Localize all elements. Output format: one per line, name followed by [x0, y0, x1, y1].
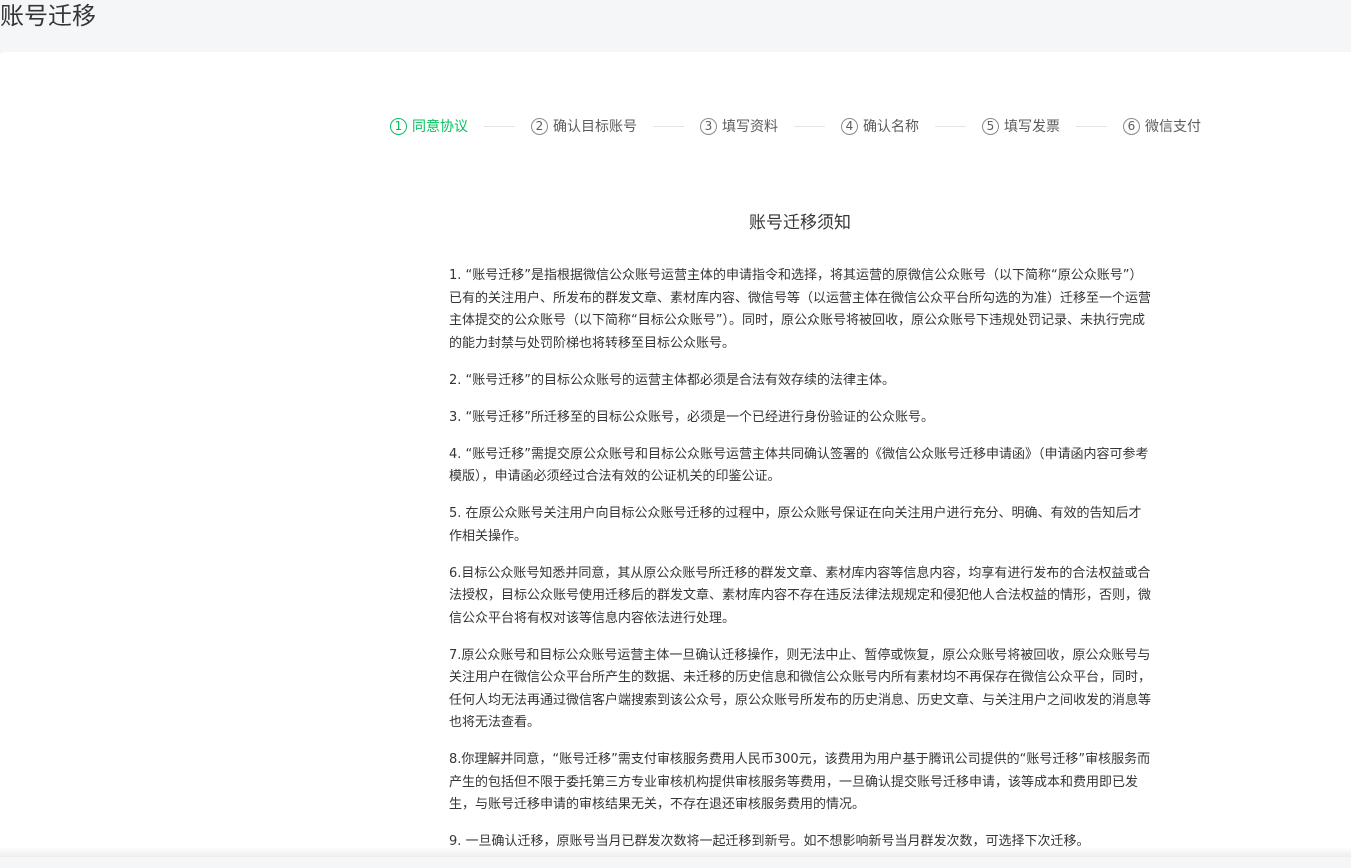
- step-number: 4: [841, 117, 858, 135]
- notice-paragraph: 6.目标公众账号知悉并同意，其从原公众账号所迁移的群发文章、素材库内容等信息内容…: [449, 565, 1152, 626]
- page-title: 账号迁移: [0, 2, 96, 30]
- step-agree-protocol: 1 同意协议: [390, 116, 468, 136]
- notice-paragraph: 5. 在原公众账号关注用户向目标公众账号迁移的过程中，原公众账号保证在向关注用户…: [449, 506, 1142, 544]
- step-indicator: 1 同意协议 2 确认目标账号 3 填写资料 4 确认名称 5 填写发票 6 微…: [390, 116, 1201, 136]
- notice-paragraph: 1. “账号迁移”是指根据微信公众账号运营主体的申请指令和选择，将其运营的原微信…: [449, 268, 1152, 351]
- step-wechat-pay: 6 微信支付: [1123, 116, 1201, 136]
- step-label: 填写资料: [722, 119, 778, 135]
- step-fill-invoice: 5 填写发票: [982, 116, 1060, 136]
- step-divider: [653, 125, 684, 127]
- migration-notice: 账号迁移须知 1. “账号迁移”是指根据微信公众账号运营主体的申请指令和选择，将…: [449, 210, 1151, 868]
- step-label: 同意协议: [412, 119, 468, 135]
- step-divider: [794, 125, 825, 127]
- notice-title: 账号迁移须知: [749, 213, 851, 233]
- step-divider: [1076, 125, 1107, 127]
- step-label: 微信支付: [1145, 119, 1201, 135]
- step-confirm-target-account: 2 确认目标账号: [531, 116, 637, 136]
- notice-paragraph: 3. “账号迁移”所迁移至的目标公众账号，必须是一个已经进行身份验证的公众账号。: [449, 409, 935, 425]
- step-divider: [935, 125, 966, 127]
- step-confirm-name: 4 确认名称: [841, 116, 919, 136]
- step-label: 确认名称: [863, 119, 919, 135]
- notice-paragraph: 7.原公众账号和目标公众账号运营主体一旦确认迁移操作，则无法中止、暂停或恢复，原…: [449, 647, 1152, 731]
- notice-paragraph: 2. “账号迁移”的目标公众账号的运营主体都必须是合法有效存续的法律主体。: [449, 372, 896, 388]
- step-label: 填写发票: [1004, 119, 1060, 135]
- step-number: 1: [390, 117, 407, 135]
- step-divider: [484, 125, 515, 127]
- step-number: 3: [700, 117, 717, 135]
- step-number: 6: [1123, 117, 1140, 135]
- bottom-scroll-fade: [0, 847, 1351, 857]
- main-card: 1 同意协议 2 确认目标账号 3 填写资料 4 确认名称 5 填写发票 6 微…: [0, 52, 1351, 857]
- step-number: 5: [982, 117, 999, 135]
- notice-paragraph: 8.你理解并同意，“账号迁移”需支付审核服务费用人民币300元，该费用为用户基于…: [449, 752, 1151, 812]
- notice-paragraph: 4. “账号迁移”需提交原公众账号和目标公众账号运营主体共同确认签署的《微信公众…: [449, 446, 1149, 485]
- step-fill-info: 3 填写资料: [700, 116, 778, 136]
- step-number: 2: [531, 117, 548, 135]
- step-label: 确认目标账号: [553, 119, 637, 135]
